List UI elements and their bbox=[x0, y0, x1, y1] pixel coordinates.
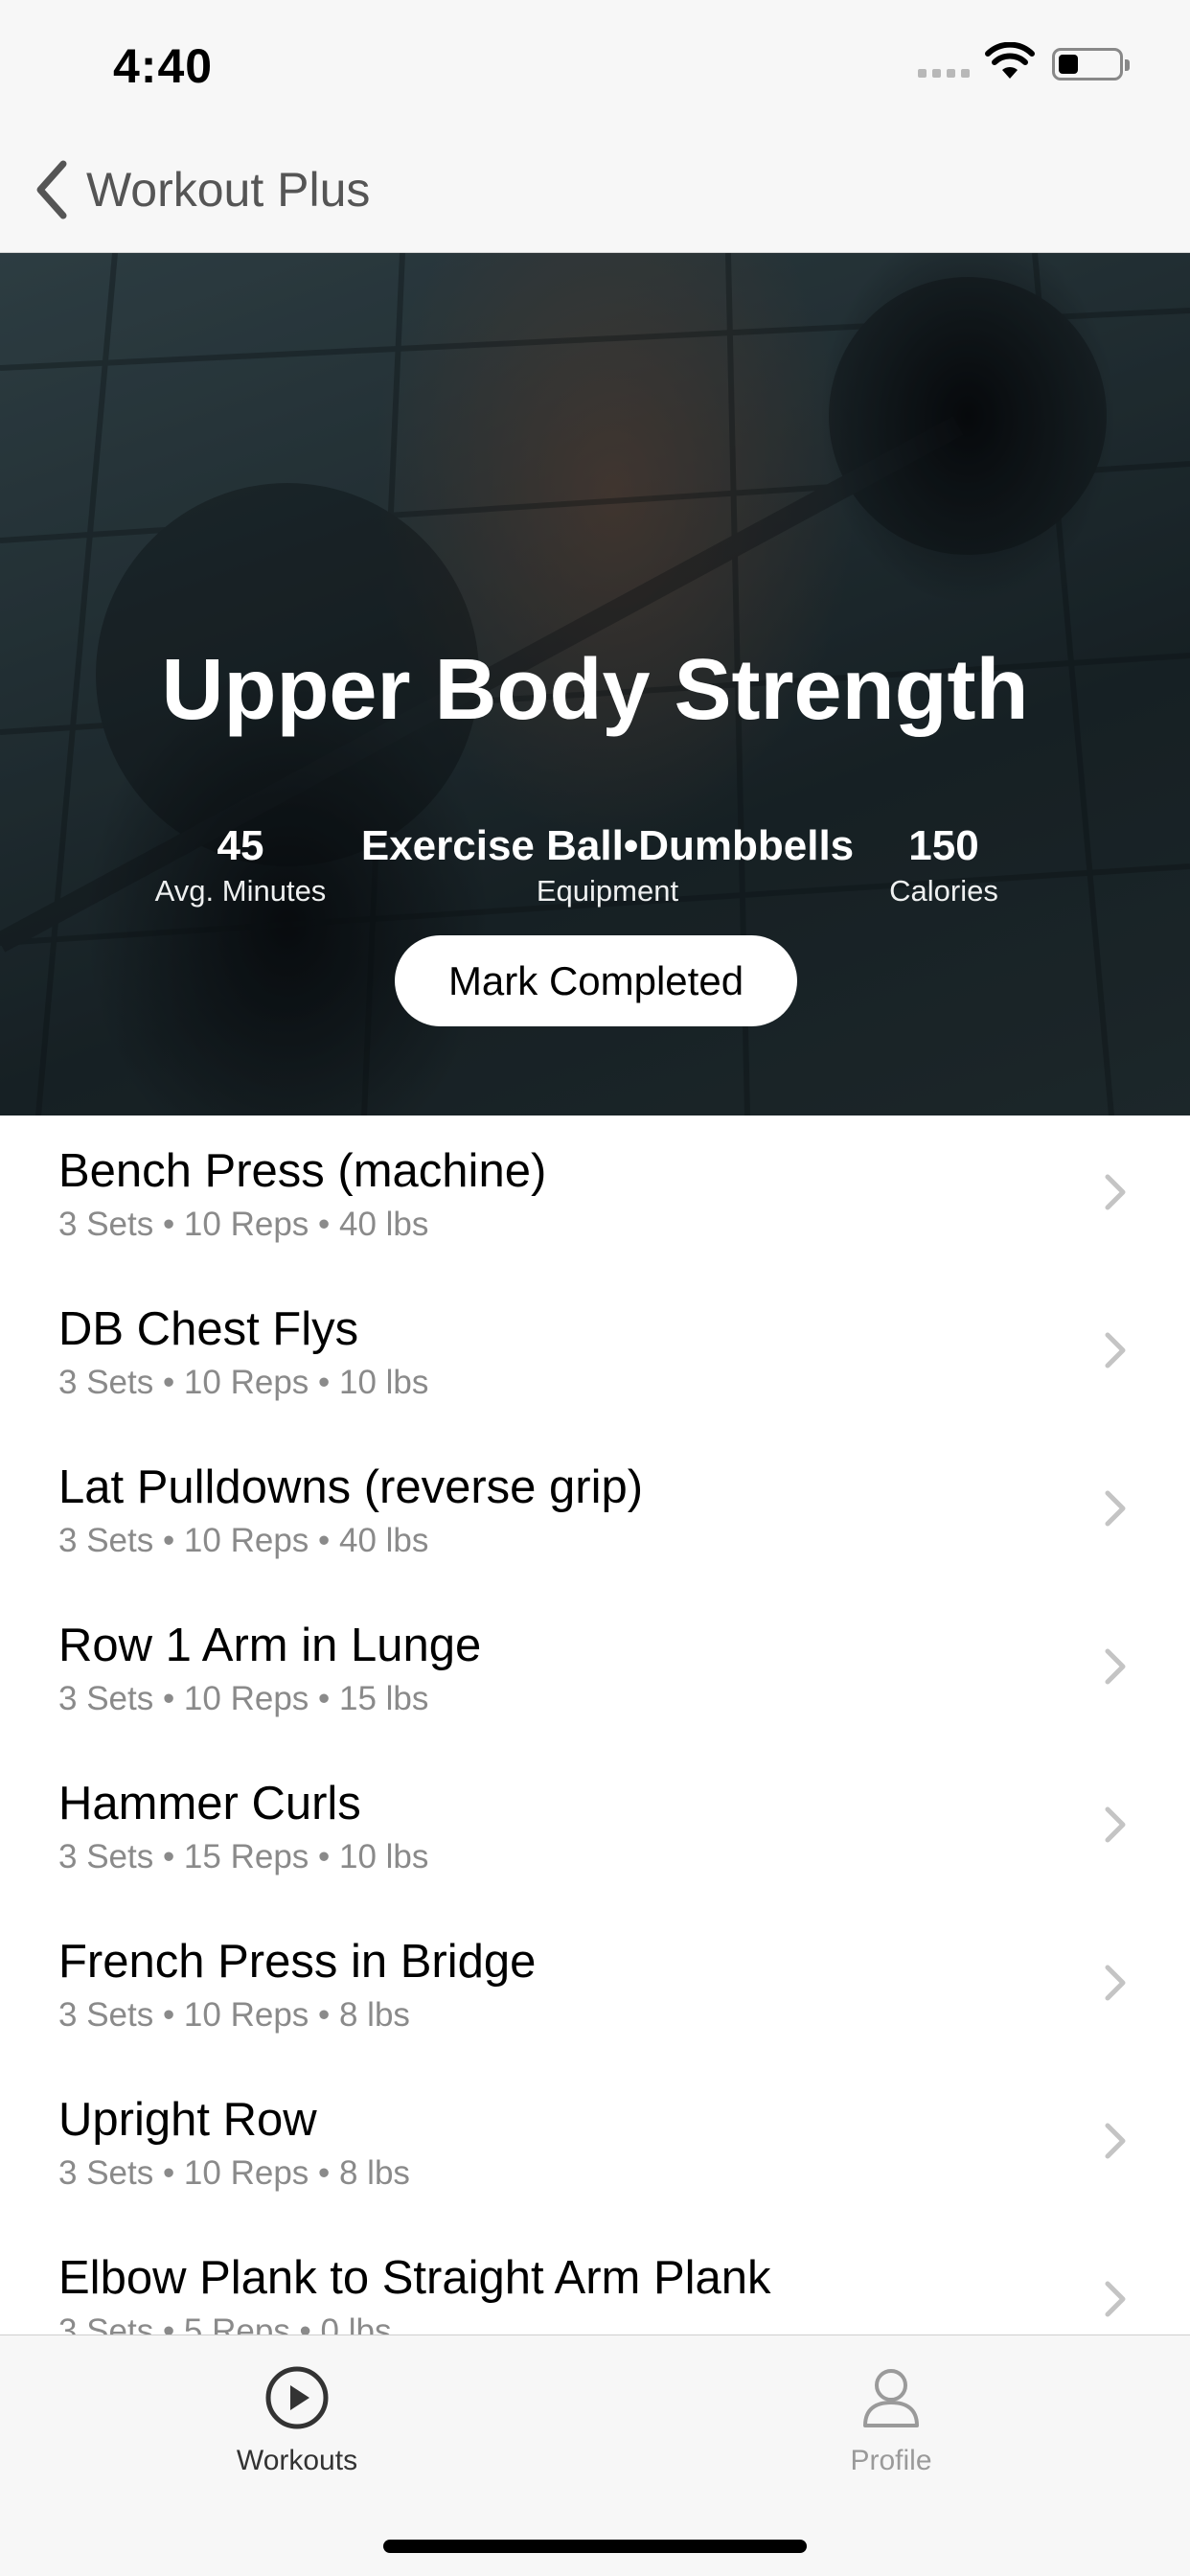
stat-label: Avg. Minutes bbox=[154, 874, 327, 908]
stat-value: 150 bbox=[908, 822, 979, 869]
tab-label: Profile bbox=[850, 2445, 932, 2476]
exercise-detail: 3 Sets • 10 Reps • 10 lbs bbox=[58, 1364, 429, 1401]
exercise-name: DB Chest Flys bbox=[58, 1303, 359, 1355]
back-label: Workout Plus bbox=[86, 163, 371, 217]
stat-equipment: Exercise Ball•Dumbbells Equipment bbox=[361, 820, 854, 910]
workout-hero: Upper Body Strength 45 Avg. Minutes Exer… bbox=[0, 253, 1190, 1116]
chevron-left-icon bbox=[36, 160, 67, 219]
list-item[interactable]: Lat Pulldowns (reverse grip) 3 Sets • 10… bbox=[0, 1432, 1190, 1590]
tab-bar: Workouts Profile bbox=[0, 2334, 1190, 2576]
exercise-detail: 3 Sets • 5 Reps • 0 lbs bbox=[58, 2312, 392, 2334]
list-item[interactable]: Row 1 Arm in Lunge 3 Sets • 10 Reps • 15… bbox=[0, 1590, 1190, 1748]
stat-value: 45 bbox=[217, 822, 264, 869]
exercise-name: Bench Press (machine) bbox=[58, 1145, 547, 1197]
stat-label: Calories bbox=[889, 874, 998, 908]
signal-icon bbox=[918, 69, 970, 78]
exercise-name: Lat Pulldowns (reverse grip) bbox=[58, 1461, 644, 1513]
chevron-right-icon bbox=[1105, 2281, 1126, 2317]
chevron-right-icon bbox=[1105, 1965, 1126, 2001]
exercise-detail: 3 Sets • 10 Reps • 40 lbs bbox=[58, 1522, 429, 1559]
exercise-name: Elbow Plank to Straight Arm Plank bbox=[58, 2252, 771, 2304]
list-item[interactable]: Bench Press (machine) 3 Sets • 10 Reps •… bbox=[0, 1116, 1190, 1274]
exercise-name: Hammer Curls bbox=[58, 1778, 361, 1829]
exercise-list: Bench Press (machine) 3 Sets • 10 Reps •… bbox=[0, 1116, 1190, 2334]
chevron-right-icon bbox=[1105, 1806, 1126, 1843]
tab-profile[interactable]: Profile bbox=[776, 2364, 1006, 2477]
battery-icon bbox=[1052, 48, 1130, 80]
stat-avg-minutes: 45 Avg. Minutes bbox=[155, 820, 327, 910]
home-indicator[interactable] bbox=[383, 2540, 807, 2553]
navigation-bar: Workout Plus bbox=[0, 126, 1190, 253]
back-button[interactable]: Workout Plus bbox=[33, 155, 370, 224]
chevron-right-icon bbox=[1105, 2123, 1126, 2159]
person-icon bbox=[863, 2369, 919, 2427]
list-item[interactable]: Elbow Plank to Straight Arm Plank 3 Sets… bbox=[0, 2222, 1190, 2334]
list-item[interactable]: Hammer Curls 3 Sets • 15 Reps • 10 lbs bbox=[0, 1748, 1190, 1906]
tab-label: Workouts bbox=[236, 2445, 358, 2476]
status-time: 4:40 bbox=[113, 39, 214, 93]
list-item[interactable]: French Press in Bridge 3 Sets • 10 Reps … bbox=[0, 1906, 1190, 2064]
exercise-detail: 3 Sets • 10 Reps • 8 lbs bbox=[58, 2154, 410, 2192]
chevron-right-icon bbox=[1105, 1490, 1126, 1527]
chevron-right-icon bbox=[1105, 1648, 1126, 1685]
stat-label: Equipment bbox=[536, 874, 679, 908]
exercise-detail: 3 Sets • 10 Reps • 8 lbs bbox=[58, 1996, 410, 2034]
chevron-right-icon bbox=[1105, 1332, 1126, 1368]
status-bar: 4:40 bbox=[0, 0, 1190, 126]
list-item[interactable]: Upright Row 3 Sets • 10 Reps • 8 lbs bbox=[0, 2064, 1190, 2222]
exercise-name: Upright Row bbox=[58, 2094, 317, 2146]
stat-calories: 150 Calories bbox=[889, 820, 998, 910]
tab-workouts[interactable]: Workouts bbox=[182, 2364, 412, 2477]
exercise-name: French Press in Bridge bbox=[58, 1936, 537, 1988]
exercise-name: Row 1 Arm in Lunge bbox=[58, 1620, 482, 1671]
exercise-detail: 3 Sets • 10 Reps • 15 lbs bbox=[58, 1680, 429, 1717]
stat-value: Exercise Ball•Dumbbells bbox=[360, 822, 855, 869]
workout-title: Upper Body Strength bbox=[161, 642, 1029, 738]
chevron-right-icon bbox=[1105, 1174, 1126, 1210]
play-circle-icon bbox=[265, 2366, 329, 2429]
exercise-detail: 3 Sets • 10 Reps • 40 lbs bbox=[58, 1206, 429, 1243]
wifi-icon bbox=[985, 42, 1035, 79]
mark-completed-button[interactable]: Mark Completed bbox=[395, 935, 797, 1026]
exercise-detail: 3 Sets • 15 Reps • 10 lbs bbox=[58, 1838, 429, 1875]
list-item[interactable]: DB Chest Flys 3 Sets • 10 Reps • 10 lbs bbox=[0, 1274, 1190, 1432]
